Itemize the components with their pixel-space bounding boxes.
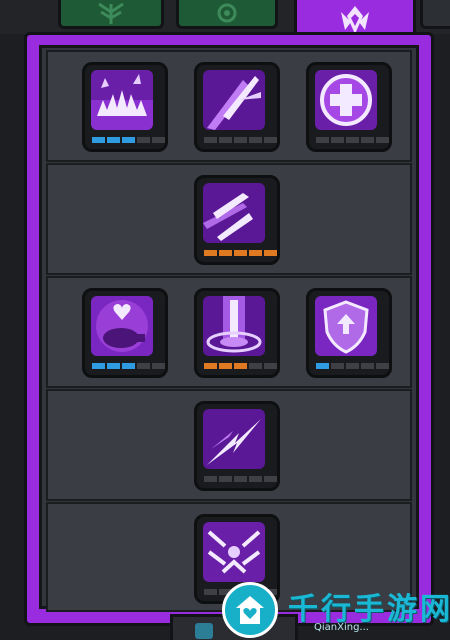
level-pip <box>264 476 277 482</box>
tab-tree[interactable] <box>58 0 164 29</box>
level-pips <box>204 363 277 369</box>
skill-slot[interactable] <box>194 288 280 378</box>
level-pip <box>249 476 262 482</box>
skill-slot[interactable] <box>82 62 168 152</box>
tier-3 <box>46 276 412 388</box>
level-pip <box>204 363 217 369</box>
level-pip <box>92 137 105 143</box>
level-pip <box>152 137 165 143</box>
level-pip <box>219 137 232 143</box>
level-pip <box>107 137 120 143</box>
level-pip <box>264 363 277 369</box>
skill-tree-panel <box>39 45 419 612</box>
sword-rain-icon <box>203 522 265 582</box>
level-pip <box>107 363 120 369</box>
level-pips <box>92 137 165 143</box>
level-pip <box>122 137 135 143</box>
level-pip <box>92 363 105 369</box>
tier-4 <box>46 389 412 501</box>
gem-icon <box>195 623 213 639</box>
level-pip <box>264 250 277 256</box>
level-pips <box>92 363 165 369</box>
level-pips <box>316 363 389 369</box>
level-pip <box>346 137 359 143</box>
watermark-english: QianXing... <box>314 622 369 633</box>
level-pip <box>219 250 232 256</box>
level-pip <box>204 589 217 595</box>
skill-slot[interactable] <box>82 288 168 378</box>
level-pip <box>234 476 247 482</box>
level-pip <box>234 363 247 369</box>
level-pip <box>234 137 247 143</box>
level-pip <box>219 363 232 369</box>
level-pip <box>361 137 374 143</box>
tier-2 <box>46 163 412 275</box>
watermark-chinese: 千行手游网 <box>288 592 450 627</box>
level-pip <box>376 137 389 143</box>
level-pip <box>264 137 277 143</box>
lightning-dash-icon <box>203 409 265 469</box>
level-pip <box>249 363 262 369</box>
burst-spikes-icon <box>91 70 153 130</box>
sword-pillar-icon <box>203 296 265 356</box>
level-pip <box>137 137 150 143</box>
skill-slot[interactable] <box>306 62 392 152</box>
shield-upgrade-icon <box>315 296 377 356</box>
skill-slot[interactable] <box>194 175 280 265</box>
level-pip <box>249 137 262 143</box>
level-pip <box>316 363 329 369</box>
level-pips <box>204 476 277 482</box>
level-pip <box>234 250 247 256</box>
piercing-strike-icon <box>203 70 265 130</box>
tab-bar <box>0 0 450 40</box>
level-pip <box>204 476 217 482</box>
level-pip <box>249 250 262 256</box>
level-pips <box>204 137 277 143</box>
level-pip <box>376 363 389 369</box>
skill-slot[interactable] <box>194 401 280 491</box>
level-pips <box>204 250 277 256</box>
level-pip <box>122 363 135 369</box>
level-pip <box>152 363 165 369</box>
skill-slot[interactable] <box>306 288 392 378</box>
watermark: 千行手游网 QianXing... <box>222 578 450 640</box>
level-pip <box>316 137 329 143</box>
level-pips <box>316 137 389 143</box>
level-pip <box>331 363 344 369</box>
skill-slot[interactable] <box>194 62 280 152</box>
level-pip <box>346 363 359 369</box>
twin-blades-icon <box>203 183 265 243</box>
pet-heart-icon <box>91 296 153 356</box>
healing-cross-icon <box>315 70 377 130</box>
level-pip <box>204 250 217 256</box>
cog-icon <box>217 3 237 23</box>
tab-cog[interactable] <box>176 0 278 29</box>
level-pip <box>204 137 217 143</box>
level-pip <box>331 137 344 143</box>
tier-1 <box>46 50 412 162</box>
level-pip <box>361 363 374 369</box>
tab-extra[interactable] <box>420 0 450 29</box>
house-heart-icon <box>222 582 278 638</box>
level-pip <box>137 363 150 369</box>
level-pip <box>219 476 232 482</box>
skill-tree-frame <box>24 32 434 626</box>
tree-icon <box>98 2 124 24</box>
